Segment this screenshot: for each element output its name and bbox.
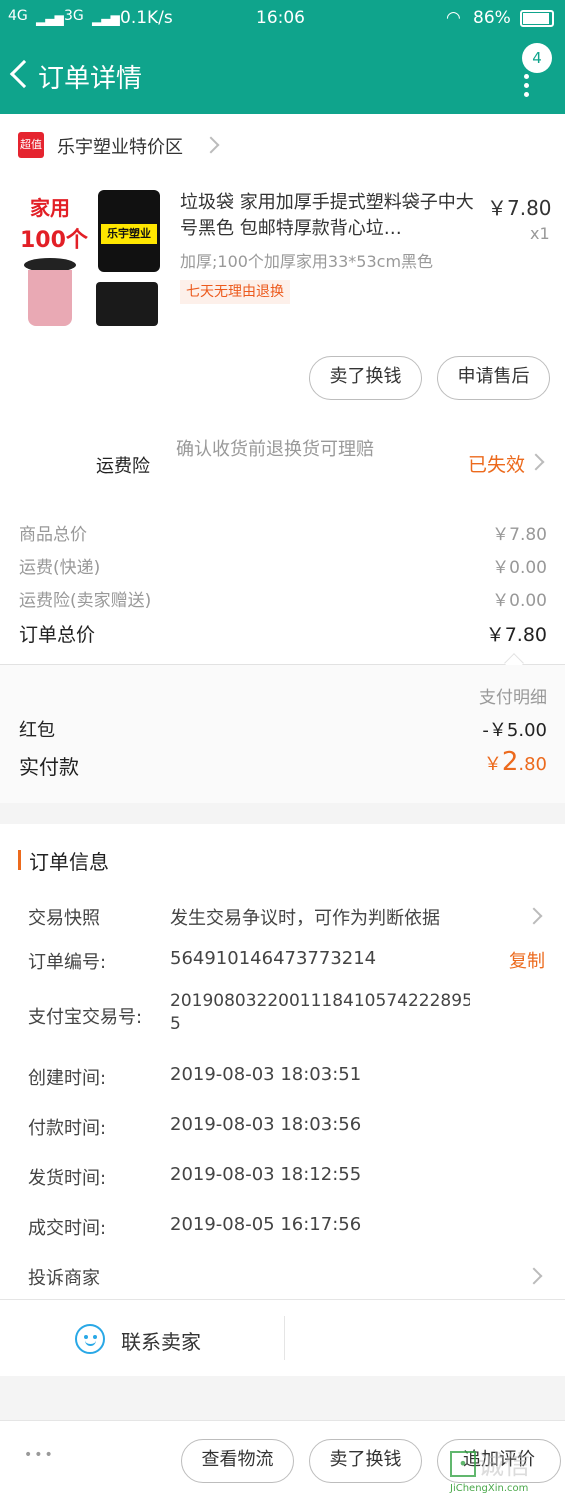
- pink-bin-graphic: [28, 270, 72, 326]
- battery-icon: [520, 10, 554, 27]
- complain-chevron-icon[interactable]: [525, 1267, 543, 1285]
- goods-total-value: ￥7.80: [492, 525, 547, 545]
- shipping-label: 运费(快递): [19, 558, 101, 578]
- snapshot-value[interactable]: 发生交易争议时，可作为判断依据: [170, 904, 440, 930]
- price-summary: 商品总价 ￥7.80 运费(快递) ￥0.00 运费险(卖家赠送) ￥0.00 …: [0, 504, 565, 664]
- paid-amount: ￥2.80: [484, 747, 547, 777]
- shipping-value: ￥0.00: [492, 558, 547, 578]
- sell-again-button[interactable]: 卖了换钱: [309, 1439, 422, 1483]
- after-sale-button[interactable]: 申请售后: [437, 356, 550, 400]
- freight-insurance-label: 运费险: [96, 456, 150, 477]
- insurance-value: ￥0.00: [492, 591, 547, 611]
- product-price: ￥7.80: [487, 196, 552, 220]
- watermark-text: 诚信: [478, 1451, 531, 1481]
- view-logistics-button[interactable]: 查看物流: [181, 1439, 294, 1483]
- divider: [0, 1299, 565, 1300]
- signal-icon-2: ▂▄▆: [92, 12, 120, 26]
- order-no-value: 564910146473773214: [170, 948, 377, 969]
- status-bar: 4G ▂▄▆ 3G ▂▄▆ 0.1K/s 16:06 ◠ 86%: [0, 0, 565, 38]
- order-info-section: 订单信息 交易快照 发生交易争议时，可作为判断依据 订单编号: 56491014…: [0, 824, 565, 1376]
- insurance-label: 运费险(卖家赠送): [19, 591, 152, 611]
- sell-button[interactable]: 卖了换钱: [309, 356, 422, 400]
- shop-chevron-icon[interactable]: [202, 136, 220, 154]
- product-title[interactable]: 垃圾袋 家用加厚手提式塑料袋子中大号黑色 包邮特厚款背心垃…: [180, 190, 476, 242]
- network-3g: 3G: [64, 8, 84, 24]
- shop-badge: 超值: [18, 132, 44, 158]
- order-info-header: 订单信息: [29, 850, 109, 874]
- image-text-jiayong: 家用: [30, 196, 70, 220]
- hongbao-value: -￥5.00: [482, 720, 547, 741]
- watermark-url: JiChengXin.com: [450, 1483, 529, 1494]
- product-sku: 加厚;100个加厚家用33*53cm黑色: [180, 252, 434, 271]
- image-brand-label: 乐宇塑业: [101, 224, 157, 244]
- paid-integer: 2: [501, 747, 519, 777]
- paid-currency: ￥: [483, 754, 502, 775]
- message-badge: 4: [522, 43, 552, 73]
- product-image[interactable]: 家用 100个 乐宇塑业: [18, 186, 163, 331]
- more-menu-icon[interactable]: [524, 74, 530, 97]
- goods-total-label: 商品总价: [19, 525, 87, 545]
- product-qty: x1: [530, 224, 550, 243]
- order-total-value: ￥7.80: [485, 624, 547, 646]
- bag-rolls-graphic: [96, 282, 158, 326]
- freight-insurance-row[interactable]: 运费险 确认收货前退换货可理赔 已失效: [0, 420, 565, 504]
- return-policy-tag: 七天无理由退换: [180, 280, 290, 304]
- done-value: 2019-08-05 16:17:56: [170, 1214, 362, 1235]
- snapshot-chevron-icon[interactable]: [525, 907, 543, 925]
- payment-detail-label[interactable]: 支付明细: [479, 683, 547, 708]
- copy-button[interactable]: 复制: [509, 947, 545, 973]
- payment-section: 支付明细 红包 -￥5.00 实付款 ￥2.80: [0, 665, 565, 803]
- paid-time-value: 2019-08-03 18:03:56: [170, 1114, 362, 1135]
- contact-seller-button[interactable]: 联系卖家: [121, 1326, 201, 1355]
- created-value: 2019-08-03 18:03:51: [170, 1064, 362, 1085]
- paid-decimal: .80: [518, 754, 547, 775]
- shop-name[interactable]: 乐宇塑业特价区: [57, 133, 183, 159]
- vertical-divider: [284, 1316, 285, 1360]
- freight-insurance-desc: 确认收货前退换货可理赔: [176, 439, 374, 460]
- paid-time-label: 付款时间:: [28, 1118, 107, 1139]
- image-text-100: 100个: [20, 228, 88, 253]
- hongbao-label: 红包: [19, 720, 55, 741]
- section-accent-bar: [18, 850, 21, 870]
- alipay-label: 支付宝交易号:: [28, 1007, 143, 1028]
- created-label: 创建时间:: [28, 1068, 107, 1089]
- bottom-action-bar: ••• 查看物流 卖了换钱 追加评价 • 诚信 JiChengXin.com: [0, 1420, 565, 1500]
- chevron-right-icon: [527, 453, 545, 471]
- more-dots-icon[interactable]: •••: [24, 1447, 55, 1463]
- net-speed: 0.1K/s: [120, 8, 173, 28]
- wifi-icon: ◠: [446, 8, 461, 28]
- watermark-logo: •: [450, 1451, 476, 1477]
- freight-insurance-status: 已失效: [468, 454, 526, 476]
- order-no-label: 订单编号:: [28, 952, 107, 973]
- clock: 16:06: [256, 8, 305, 28]
- back-arrow-icon[interactable]: [9, 59, 39, 89]
- chat-bubble-icon[interactable]: [75, 1324, 105, 1354]
- page-title: 订单详情: [38, 64, 143, 94]
- product-section: 超值 乐宇塑业特价区 家用 100个 乐宇塑业 垃圾袋 家用加厚手提式塑料袋子中…: [0, 114, 565, 420]
- done-label: 成交时间:: [28, 1218, 107, 1239]
- alipay-value: 2019080322001118410574222895: [170, 991, 470, 1011]
- order-total-label: 订单总价: [19, 624, 96, 646]
- battery-level: 86%: [473, 8, 511, 28]
- complain-link[interactable]: 投诉商家: [28, 1264, 100, 1290]
- paid-label: 实付款: [19, 755, 79, 779]
- shipped-value: 2019-08-03 18:12:55: [170, 1164, 362, 1185]
- alipay-value-wrap: 5: [170, 1014, 181, 1034]
- shipped-label: 发货时间:: [28, 1168, 107, 1189]
- signal-icon: ▂▄▆: [36, 12, 64, 26]
- network-4g: 4G: [8, 8, 28, 24]
- snapshot-label: 交易快照: [28, 908, 100, 929]
- nav-bar: 订单详情 4: [0, 38, 565, 114]
